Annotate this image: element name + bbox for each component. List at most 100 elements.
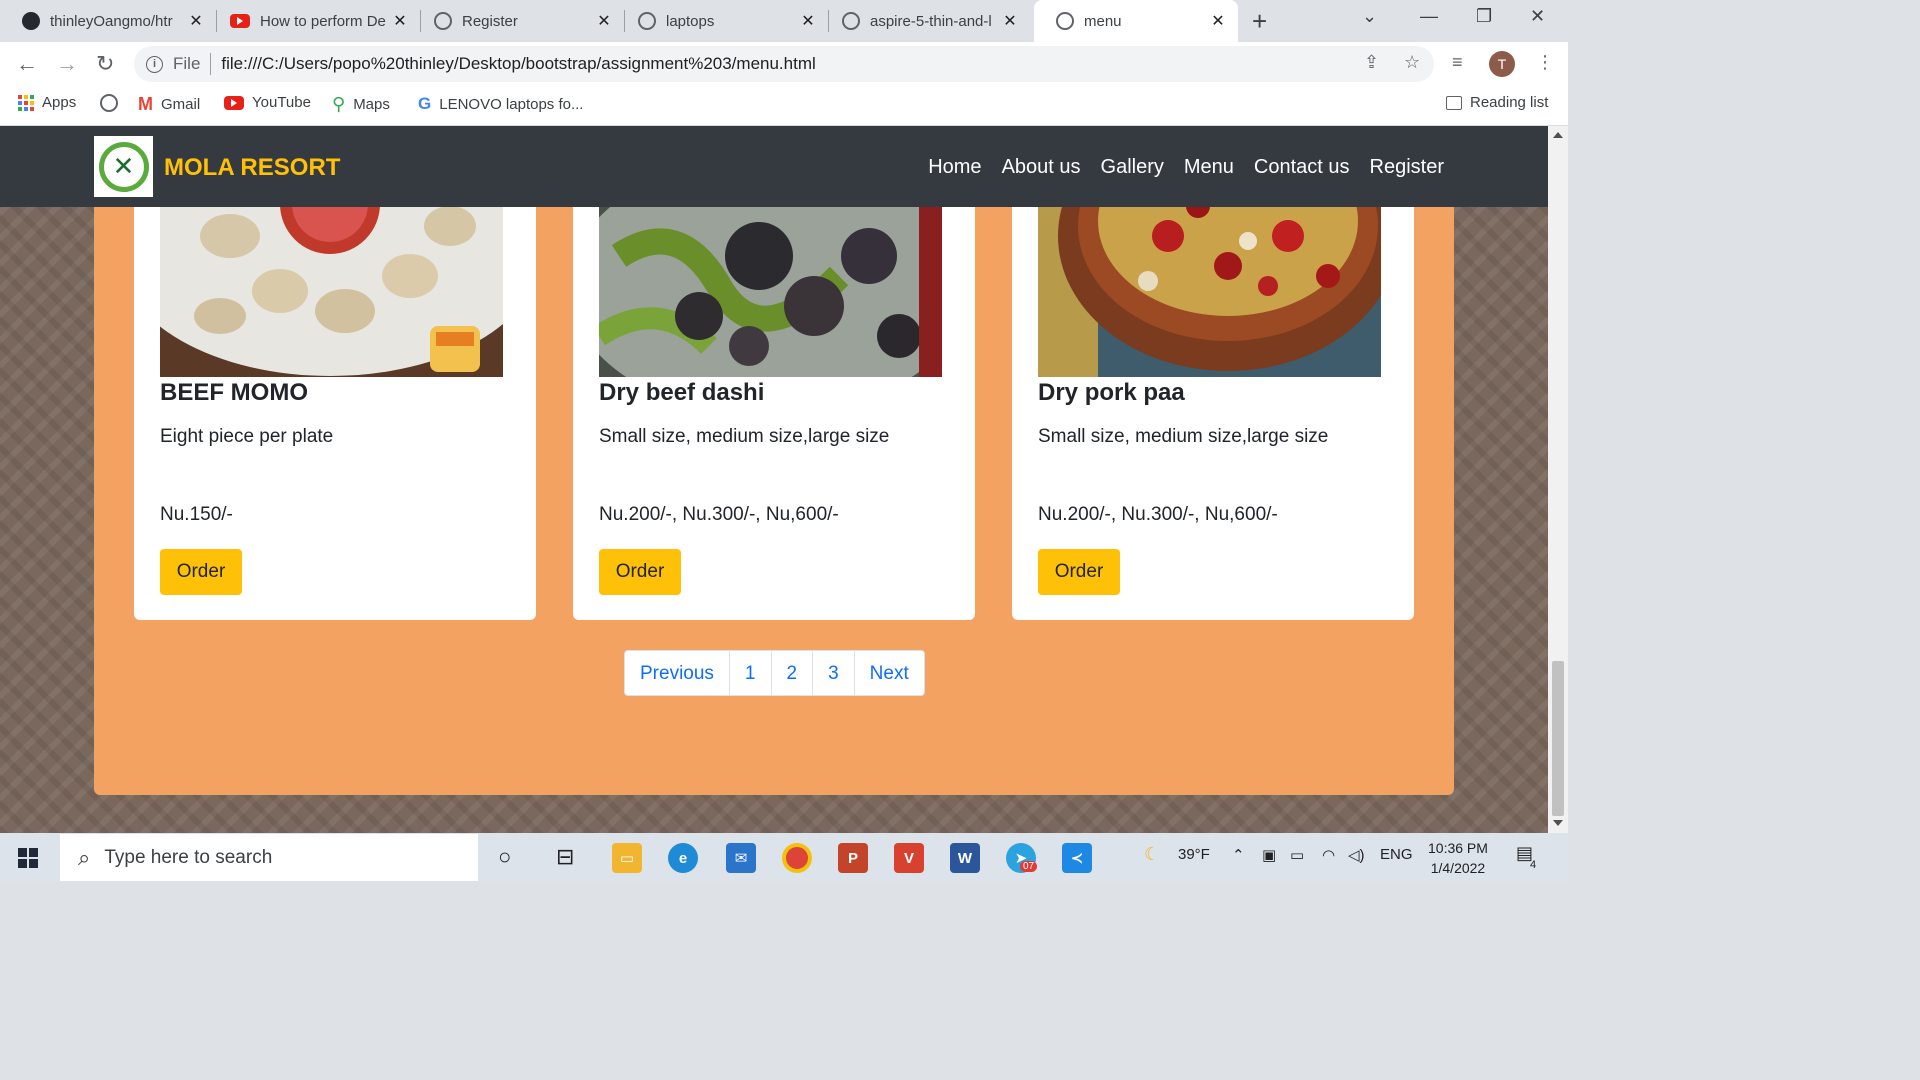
reading-list-label: Reading list xyxy=(1470,94,1549,111)
address-url[interactable]: file:///C:/Users/popo%20thinley/Desktop/… xyxy=(221,54,815,74)
scrollbar-thumb[interactable] xyxy=(1552,661,1564,816)
volume-icon[interactable]: ◁) xyxy=(1348,846,1365,864)
window-close-icon[interactable]: ✕ xyxy=(1530,6,1545,27)
site-navbar: ✕ MOLA RESORT Home About us Gallery Menu… xyxy=(0,126,1548,207)
reading-list-button[interactable]: Reading list xyxy=(1446,94,1548,111)
task-view-icon[interactable]: ⊟ xyxy=(556,844,574,870)
bookmark-label: Apps xyxy=(42,94,77,111)
menu-card-dry-beef-dashi: Dry beef dashi Small size, medium size,l… xyxy=(573,196,975,620)
tab-menu[interactable]: menu ✕ xyxy=(1034,0,1238,42)
close-icon[interactable]: ✕ xyxy=(186,11,206,31)
avatar[interactable]: T xyxy=(1489,51,1515,77)
card-description: Eight piece per plate xyxy=(160,426,334,447)
bookmark-apps[interactable]: Apps xyxy=(18,94,76,111)
tab-aspire[interactable]: aspire-5-thin-and-l ✕ xyxy=(820,0,1030,42)
menu-card-beef-momo: BEEF MOMO Eight piece per plate Nu.150/-… xyxy=(134,196,536,620)
tab-youtube[interactable]: How to perform De ✕ xyxy=(208,0,420,42)
pagination-page-2[interactable]: 2 xyxy=(770,651,813,695)
word-icon[interactable]: W xyxy=(950,843,980,873)
wifi-icon[interactable]: ◠ xyxy=(1322,846,1335,864)
scroll-down-icon[interactable] xyxy=(1553,820,1563,826)
taskbar-clock[interactable]: 10:36 PM 1/4/2022 xyxy=(1428,838,1488,878)
close-icon[interactable]: ✕ xyxy=(594,11,614,31)
page-viewport: ✕ MOLA RESORT Home About us Gallery Menu… xyxy=(0,126,1548,833)
taskbar-search[interactable]: ⌕ Type here to search xyxy=(60,834,478,881)
restaurant-logo[interactable]: ✕ xyxy=(94,136,153,197)
tab-search-icon[interactable]: ⌄ xyxy=(1362,6,1377,27)
bookmark-globe[interactable] xyxy=(100,94,118,112)
meet-icon[interactable]: ▣ xyxy=(1262,846,1276,864)
kebab-menu-icon[interactable]: ⋮ xyxy=(1536,52,1554,73)
notification-count: 4 xyxy=(1530,859,1537,871)
star-icon[interactable]: ☆ xyxy=(1404,52,1420,73)
pagination-previous[interactable]: Previous xyxy=(625,651,729,695)
nav-link-register[interactable]: Register xyxy=(1370,156,1444,179)
windows-start-icon[interactable] xyxy=(18,848,38,868)
new-tab-icon[interactable]: + xyxy=(1252,6,1267,37)
globe-icon xyxy=(638,12,656,30)
pagination-page-3[interactable]: 3 xyxy=(812,651,854,695)
nav-link-menu[interactable]: Menu xyxy=(1184,156,1234,179)
tab-register[interactable]: Register ✕ xyxy=(412,0,624,42)
tab-github[interactable]: thinleyOangmo/htr ✕ xyxy=(0,0,216,42)
page-scrollbar[interactable] xyxy=(1548,126,1568,833)
battery-icon[interactable]: ▭ xyxy=(1290,846,1304,864)
close-icon[interactable]: ✕ xyxy=(798,11,818,31)
tray-chevron-icon[interactable]: ⌃ xyxy=(1232,846,1245,864)
weather-temp[interactable]: 39°F xyxy=(1178,846,1210,863)
address-scheme-label: File xyxy=(173,54,201,73)
globe-icon xyxy=(434,12,452,30)
nav-link-contact[interactable]: Contact us xyxy=(1254,156,1350,179)
powerpoint-icon[interactable]: P xyxy=(838,843,868,873)
fork-knife-icon: ✕ xyxy=(98,141,149,192)
address-bar[interactable]: i File file:///C:/Users/popo%20thinley/D… xyxy=(134,46,1434,82)
card-price: Nu.200/-, Nu.300/-, Nu,600/- xyxy=(599,504,839,525)
back-arrow-icon[interactable]: ← xyxy=(16,51,38,77)
pagination-next[interactable]: Next xyxy=(853,651,924,695)
windows-taskbar: ⌕ Type here to search ○ ⊟ ▭ e ✉ P V W ➤ … xyxy=(0,833,1568,882)
bookmark-lenovo[interactable]: G LENOVO laptops fo... xyxy=(418,94,583,114)
reload-icon[interactable]: ↻ xyxy=(96,51,114,77)
clock-date: 1/4/2022 xyxy=(1430,860,1486,876)
bookmarks-bar: Apps M Gmail YouTube ⚲ Maps G LENOVO lap… xyxy=(0,86,1568,126)
scroll-up-icon[interactable] xyxy=(1553,132,1563,138)
cortana-icon[interactable]: ○ xyxy=(498,844,511,870)
nav-link-about[interactable]: About us xyxy=(1002,156,1081,179)
vscode-icon[interactable]: ≺ xyxy=(1062,843,1092,873)
file-explorer-icon[interactable]: ▭ xyxy=(612,843,642,873)
address-divider xyxy=(210,53,212,75)
info-icon[interactable]: i xyxy=(146,55,163,73)
tab-title: laptops xyxy=(666,12,715,30)
media-icon[interactable]: ≡ xyxy=(1452,52,1463,73)
bookmark-label: LENOVO laptops fo... xyxy=(439,95,584,113)
weather-moon-icon[interactable]: ☾ xyxy=(1144,844,1160,865)
dry-beef-dashi-image xyxy=(599,196,942,377)
order-button[interactable]: Order xyxy=(599,549,681,595)
order-button[interactable]: Order xyxy=(1038,549,1120,595)
close-icon[interactable]: ✕ xyxy=(1208,11,1228,31)
tab-title: Register xyxy=(462,12,518,30)
nav-link-gallery[interactable]: Gallery xyxy=(1101,156,1164,179)
pagination-page-1[interactable]: 1 xyxy=(728,651,771,695)
youtube-icon xyxy=(224,95,244,110)
bookmark-label: Maps xyxy=(353,96,390,113)
close-icon[interactable]: ✕ xyxy=(1000,11,1020,31)
share-icon[interactable]: ⇪ xyxy=(1364,52,1379,73)
edge-icon[interactable]: e xyxy=(668,843,698,873)
bookmark-youtube[interactable]: YouTube xyxy=(224,94,311,111)
vpn-app-icon[interactable]: V xyxy=(894,843,924,873)
card-description: Small size, medium size,large size xyxy=(599,426,890,447)
restore-icon[interactable]: ❐ xyxy=(1476,6,1492,27)
bookmark-gmail[interactable]: M Gmail xyxy=(138,94,200,115)
tab-laptops[interactable]: laptops ✕ xyxy=(616,0,828,42)
bookmark-maps[interactable]: ⚲ Maps xyxy=(332,94,390,115)
forward-arrow-icon[interactable]: → xyxy=(56,51,78,77)
language-indicator[interactable]: ENG xyxy=(1380,846,1413,863)
chrome-icon[interactable] xyxy=(782,843,812,873)
site-brand[interactable]: MOLA RESORT xyxy=(164,154,340,182)
nav-link-home[interactable]: Home xyxy=(928,156,981,179)
minimize-icon[interactable]: — xyxy=(1420,6,1438,27)
close-icon[interactable]: ✕ xyxy=(390,11,410,31)
order-button[interactable]: Order xyxy=(160,549,242,595)
mail-icon[interactable]: ✉ xyxy=(726,843,756,873)
